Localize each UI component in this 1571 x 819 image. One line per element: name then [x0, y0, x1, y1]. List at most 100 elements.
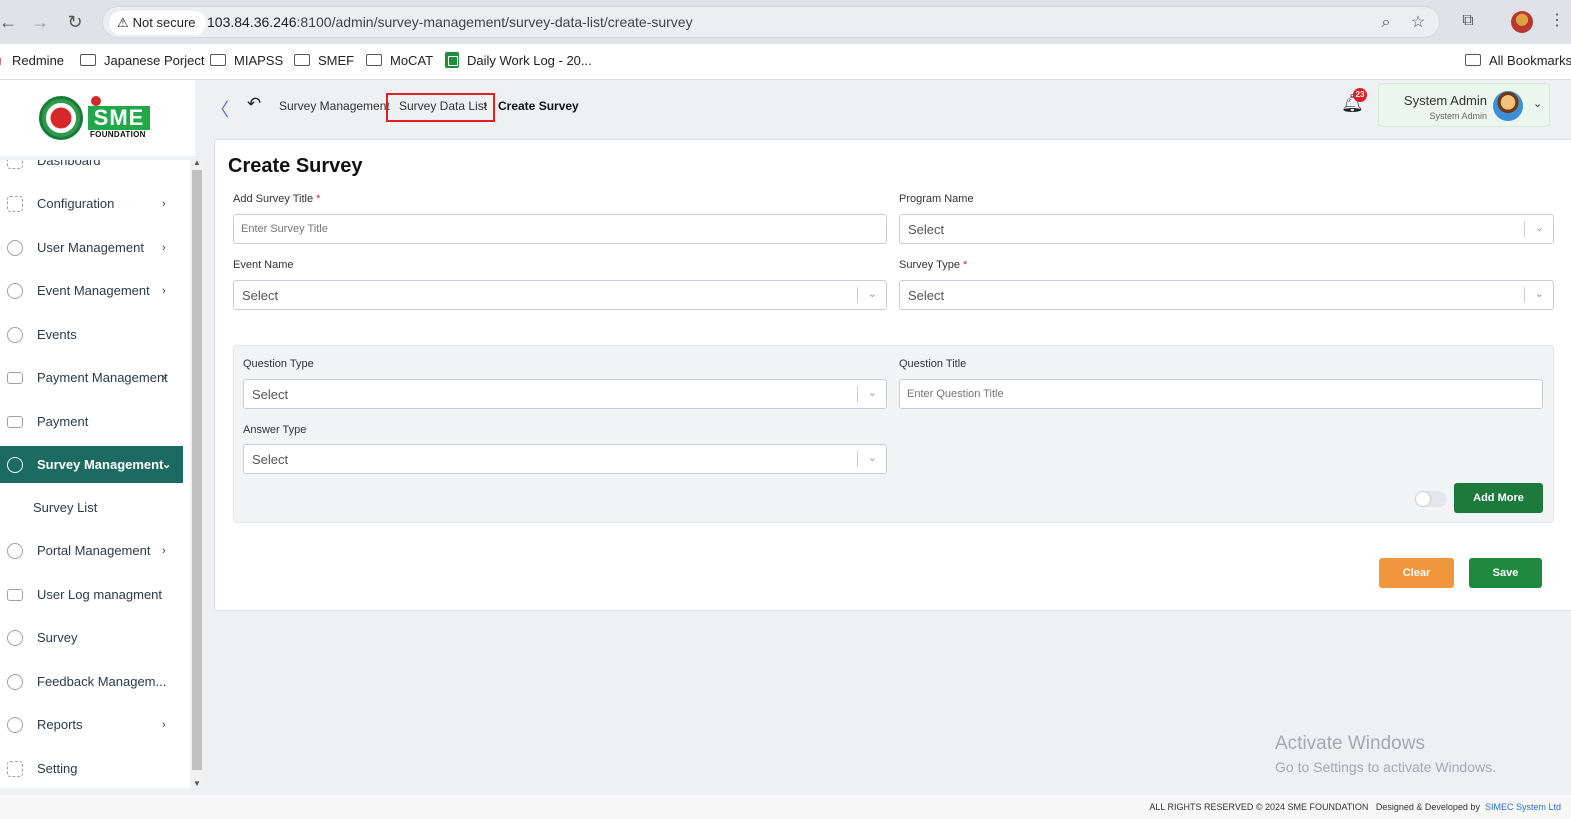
setting-icon	[7, 761, 23, 777]
sidebar-item-setting[interactable]: Setting	[0, 750, 183, 787]
user-menu[interactable]: System Admin System Admin ⌄	[1378, 83, 1550, 127]
program-name-select[interactable]: Select ⌄	[899, 214, 1554, 244]
browser-toolbar: ← → ↻ ⚠ Not secure 103.84.36.246:8100/adm…	[0, 0, 1571, 44]
bookmark-japanese-porject[interactable]: Japanese Porject	[80, 52, 204, 70]
portal-management-icon	[7, 543, 23, 559]
question-title-label: Question Title	[899, 358, 967, 370]
payment-management-icon	[7, 372, 23, 384]
redmine-icon: ı	[0, 52, 6, 68]
toggle-knob	[1416, 492, 1430, 506]
sidebar-scrollbar[interactable]: ▲ ▼	[190, 158, 204, 788]
logo-text: SME	[88, 106, 150, 130]
survey-type-label: Survey Type *	[899, 259, 968, 271]
folder-icon	[80, 54, 96, 66]
breadcrumb-current: Create Survey	[498, 99, 579, 113]
reload-icon[interactable]: ↻	[63, 10, 87, 34]
survey-icon	[7, 630, 23, 646]
back-arrow-icon[interactable]: ←	[0, 10, 20, 34]
sidebar-item-payment-management[interactable]: Payment Management ›	[0, 359, 183, 396]
bookmark-daily-work-log[interactable]: Daily Work Log - 20...	[445, 52, 592, 70]
url-text[interactable]: 103.84.36.246:8100/admin/survey-manageme…	[207, 14, 693, 30]
sidebar-collapse-icon[interactable]: 〈	[211, 96, 229, 122]
profile-avatar[interactable]	[1511, 11, 1533, 33]
bookmark-smef[interactable]: SMEF	[294, 52, 354, 70]
event-name-label: Event Name	[233, 259, 294, 271]
sidebar-item-events[interactable]: Events	[0, 316, 183, 353]
bookmark-all-bookmarks[interactable]: All Bookmarks	[1465, 52, 1571, 70]
sidebar: Dashboard Configuration › User Management…	[0, 160, 190, 788]
chevron-right-icon: ›	[162, 285, 166, 297]
sidebar-item-survey-management[interactable]: Survey Management ⌄	[0, 446, 183, 483]
question-toggle[interactable]	[1415, 491, 1447, 507]
bookmark-mocat[interactable]: MoCAT	[366, 52, 433, 70]
sidebar-item-feedback[interactable]: Feedback Managem...	[0, 663, 183, 700]
chevron-down-icon: ⌄	[1533, 98, 1543, 110]
dashboard-icon	[7, 160, 23, 169]
chevron-down-icon: ⌄	[867, 452, 877, 464]
sidebar-item-user-log[interactable]: User Log managment	[0, 576, 183, 613]
scroll-down-icon[interactable]: ▼	[193, 779, 201, 788]
sidebar-item-configuration[interactable]: Configuration ›	[0, 185, 183, 222]
breadcrumb-survey-management[interactable]: Survey Management	[279, 99, 390, 113]
breadcrumb-survey-data-list[interactable]: Survey Data List	[399, 99, 487, 113]
address-bar[interactable]: ⚠ Not secure 103.84.36.246:8100/admin/sur…	[102, 6, 1440, 38]
add-more-button[interactable]: Add More	[1454, 483, 1543, 513]
sidebar-subitem-survey-list[interactable]: Survey List	[33, 500, 97, 515]
logo-subtitle: FOUNDATION	[90, 130, 146, 139]
bookmarks-bar: ıRedmine Japanese Porject MIAPSS SMEF Mo…	[0, 44, 1571, 80]
question-type-label: Question Type	[243, 358, 314, 370]
menu-dots-icon[interactable]: ⋮	[1546, 10, 1568, 32]
question-type-select[interactable]: Select ⌄	[243, 379, 887, 409]
sidebar-item-survey[interactable]: Survey	[0, 619, 183, 656]
security-chip[interactable]: ⚠ Not secure	[109, 11, 206, 35]
scroll-up-icon[interactable]: ▲	[193, 158, 201, 167]
sidebar-item-payment[interactable]: Payment	[0, 403, 183, 440]
event-name-select[interactable]: Select ⌄	[233, 280, 887, 310]
question-panel: Question Type Select ⌄ Question Title An…	[233, 345, 1554, 523]
survey-title-label: Add Survey Title *	[233, 193, 321, 205]
payment-icon	[7, 416, 23, 428]
clear-button[interactable]: Clear	[1379, 558, 1454, 588]
scroll-thumb[interactable]	[192, 170, 202, 770]
sidebar-item-portal-management[interactable]: Portal Management ›	[0, 532, 183, 569]
survey-type-select[interactable]: Select ⌄	[899, 280, 1554, 310]
footer-text: ALL RIGHTS RESERVED © 2024 SME FOUNDATIO…	[1149, 802, 1561, 812]
back-icon[interactable]: ↶	[247, 94, 261, 114]
top-header: 〈 ↶ Survey Management › Survey Data List…	[195, 80, 1571, 138]
bookmark-redmine[interactable]: ıRedmine	[0, 52, 64, 70]
events-icon	[7, 327, 23, 343]
reports-icon	[7, 717, 23, 733]
sidebar-item-reports[interactable]: Reports ›	[0, 706, 183, 743]
answer-type-select[interactable]: Select ⌄	[243, 444, 887, 474]
answer-type-label: Answer Type	[243, 424, 307, 436]
folder-icon	[366, 54, 382, 66]
extensions-icon[interactable]: ⧉	[1457, 10, 1479, 32]
feedback-icon	[7, 674, 23, 690]
chevron-down-icon: ⌄	[1534, 288, 1544, 300]
star-icon[interactable]: ☆	[1407, 12, 1429, 34]
zoom-icon[interactable]: ⌕	[1375, 12, 1397, 34]
create-survey-card: Create Survey Add Survey Title* Program …	[214, 139, 1571, 611]
chevron-down-icon: ⌄	[1534, 222, 1544, 234]
bookmark-miapss[interactable]: MIAPSS	[210, 52, 283, 70]
sidebar-item-event-management[interactable]: Event Management ›	[0, 272, 183, 309]
user-log-icon	[7, 589, 23, 601]
question-title-input[interactable]	[899, 379, 1543, 409]
save-button[interactable]: Save	[1469, 558, 1542, 588]
logo-area[interactable]: SME FOUNDATION	[0, 80, 195, 156]
spreadsheet-icon	[445, 52, 459, 68]
windows-watermark-subtitle: Go to Settings to activate Windows.	[1275, 759, 1496, 775]
chevron-right-icon: ›	[162, 372, 166, 384]
survey-title-input[interactable]	[233, 214, 887, 244]
survey-management-icon	[7, 457, 23, 473]
footer: ALL RIGHTS RESERVED © 2024 SME FOUNDATIO…	[0, 795, 1571, 819]
chevron-down-icon: ⌄	[162, 459, 172, 471]
user-role: System Admin	[1429, 111, 1487, 121]
configuration-icon	[7, 196, 23, 212]
forward-arrow-icon[interactable]: →	[28, 10, 52, 34]
footer-company-link[interactable]: SIMEC System Ltd	[1485, 802, 1561, 812]
sidebar-item-user-management[interactable]: User Management ›	[0, 229, 183, 266]
folder-icon	[294, 54, 310, 66]
sidebar-item-dashboard[interactable]: Dashboard	[0, 160, 183, 179]
app-root: SME FOUNDATION 〈 ↶ Survey Management › S…	[0, 80, 1571, 819]
